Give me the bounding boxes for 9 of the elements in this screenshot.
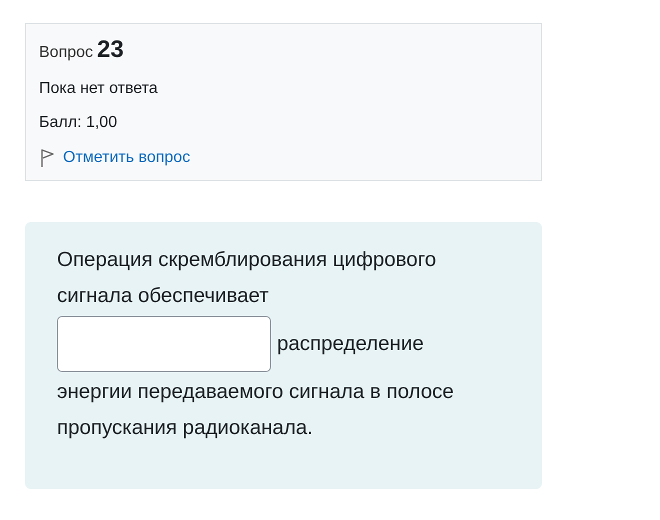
question-label: Вопрос	[39, 44, 94, 62]
question-text: распределение	[277, 331, 424, 357]
question-text: энергии передаваемого сигнала в полосе пропускания радиоканала.	[57, 379, 455, 441]
flag-question-link[interactable]: Отметить вопрос	[63, 149, 190, 167]
question-number: 23	[97, 36, 124, 64]
question-text: Операция скремблирования цифрового сигнала обеспечивает	[57, 247, 438, 309]
grade-text: Балл: 1,00	[39, 114, 118, 132]
answer-status: Пока нет ответа	[39, 80, 159, 98]
answer-field[interactable]	[57, 316, 271, 372]
